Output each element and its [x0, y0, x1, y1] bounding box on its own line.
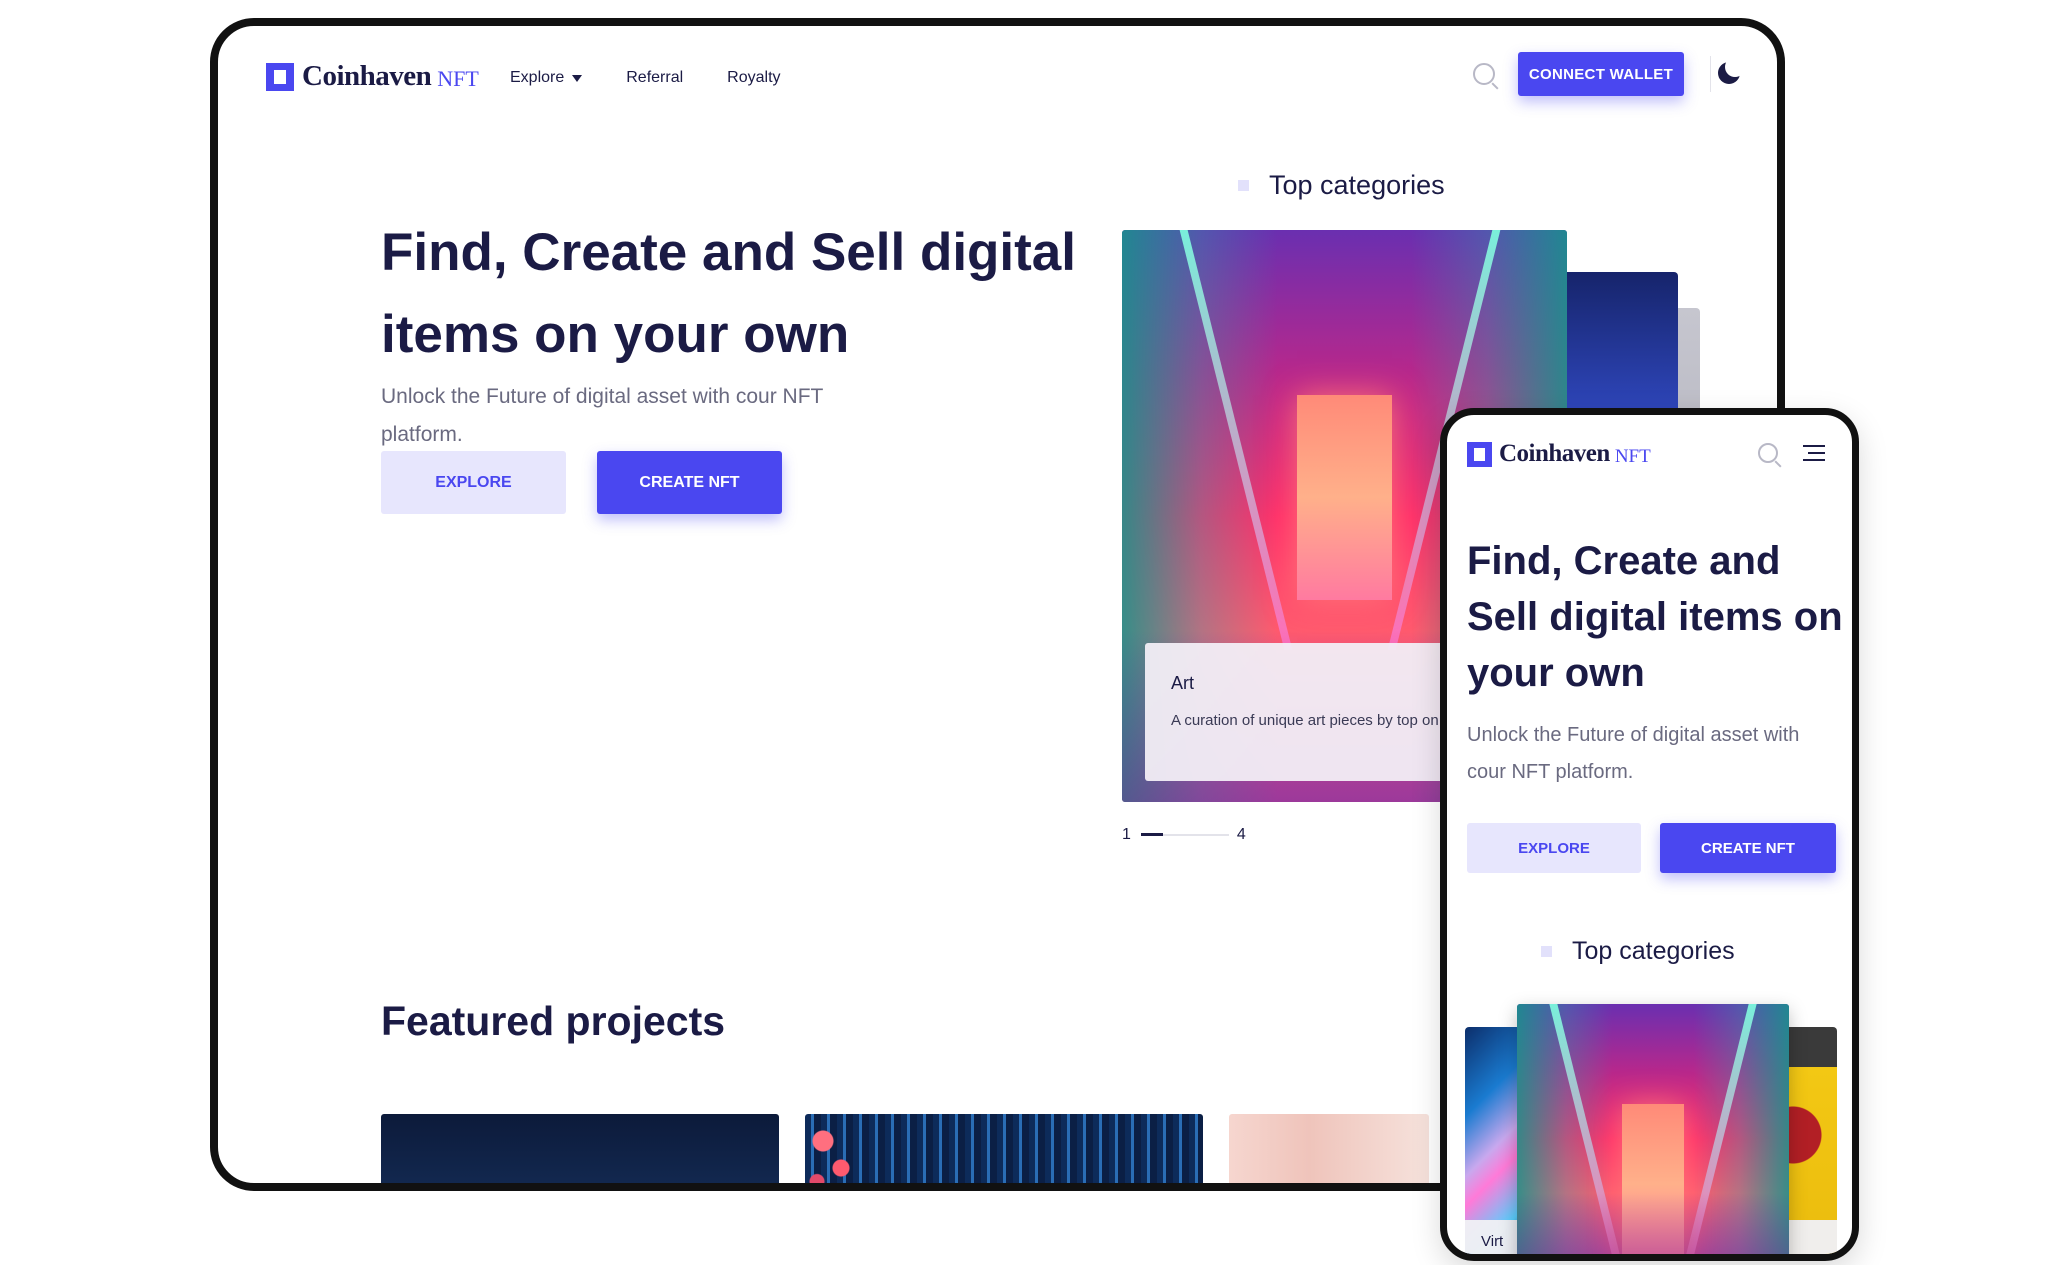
- featured-project-card[interactable]: [805, 1114, 1203, 1183]
- nav-explore-label: Explore: [510, 69, 565, 86]
- header-divider: [1710, 56, 1711, 92]
- brand-logo[interactable]: Coinhaven NFT: [1467, 440, 1651, 468]
- main-nav: Explore Referral Royalty: [510, 69, 781, 87]
- hero-title: Find, Create and Sell digital items on y…: [381, 223, 1077, 364]
- nav-explore[interactable]: Explore: [510, 69, 583, 87]
- hero-title: Find, Create and Sell digital items on y…: [1467, 539, 1843, 695]
- nav-royalty[interactable]: Royalty: [727, 69, 780, 87]
- brand-suffix: NFT: [437, 66, 479, 91]
- pager-current: 1: [1122, 826, 1131, 843]
- explore-button[interactable]: EXPLORE: [1467, 823, 1641, 873]
- featured-heading: Featured projects: [381, 998, 726, 1045]
- chevron-down-icon: [572, 74, 583, 82]
- top-categories-heading: Top categories: [1541, 937, 1735, 966]
- hero-subtitle: Unlock the Future of digital asset with …: [381, 385, 823, 446]
- carousel-pager[interactable]: 1 4: [1122, 826, 1246, 844]
- pager-progress: [1140, 833, 1229, 836]
- brand-logo[interactable]: Coinhaven NFT: [266, 60, 479, 93]
- bullet-square: [1238, 180, 1249, 191]
- search-icon[interactable]: [1758, 443, 1778, 463]
- connect-wallet-button[interactable]: CONNECT WALLET: [1518, 52, 1684, 96]
- logo-icon: [266, 62, 294, 91]
- brand-suffix: NFT: [1614, 445, 1651, 467]
- top-categories-label: Top categories: [1269, 170, 1445, 200]
- nav-royalty-label: Royalty: [727, 69, 781, 86]
- brand-name: Coinhaven: [1499, 440, 1610, 467]
- category-card-next-label: [1782, 1220, 1837, 1254]
- logo-icon: [1467, 441, 1492, 467]
- menu-icon[interactable]: [1803, 445, 1825, 461]
- category-card-art[interactable]: [1517, 1004, 1789, 1254]
- explore-button[interactable]: EXPLORE: [381, 451, 566, 514]
- search-icon[interactable]: [1473, 63, 1495, 85]
- category-info-panel: [1525, 1255, 1781, 1261]
- featured-project-card[interactable]: [381, 1114, 779, 1183]
- create-nft-button[interactable]: CREATE NFT: [597, 451, 782, 514]
- create-nft-button[interactable]: CREATE NFT: [1660, 823, 1836, 873]
- featured-project-card[interactable]: [1229, 1114, 1429, 1183]
- nav-referral[interactable]: Referral: [626, 69, 683, 87]
- top-categories-heading: Top categories: [1238, 170, 1445, 201]
- brand-name: Coinhaven: [302, 60, 432, 92]
- category-image-detail: [1297, 395, 1392, 600]
- pager-total: 4: [1236, 826, 1246, 843]
- top-categories-label: Top categories: [1572, 937, 1735, 965]
- moon-icon[interactable]: [1718, 57, 1745, 84]
- bullet-square: [1541, 946, 1552, 957]
- category-card-prev-label: Virt: [1465, 1220, 1525, 1254]
- nav-referral-label: Referral: [626, 69, 684, 86]
- featured-heading-label: Featured projects: [381, 998, 726, 1044]
- hero-subtitle: Unlock the Future of digital asset with …: [1467, 724, 1800, 783]
- mobile-frame: Coinhaven NFT Find, Create and Sell digi…: [1440, 408, 1859, 1261]
- category-image-shade: [1517, 1193, 1789, 1254]
